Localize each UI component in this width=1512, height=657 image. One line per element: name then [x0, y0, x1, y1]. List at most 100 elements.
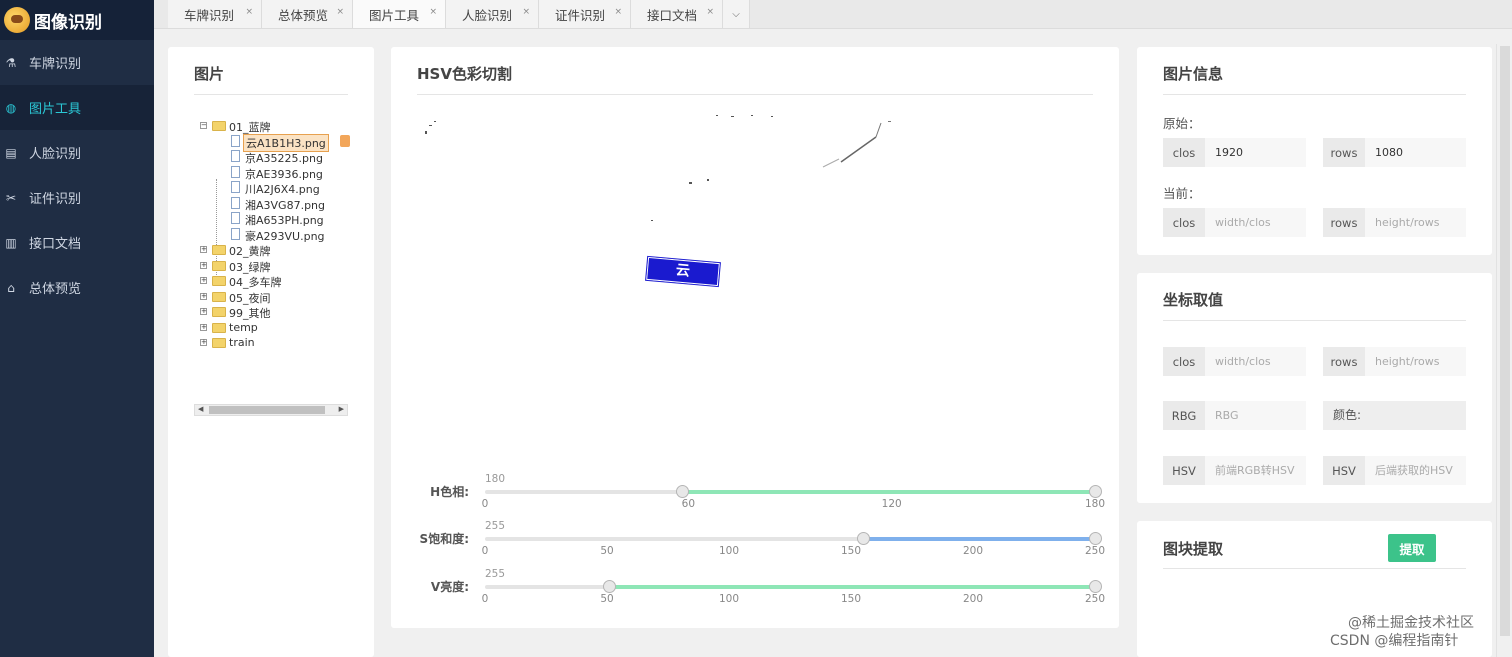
panel-title: 坐标取值 — [1163, 291, 1224, 309]
sidebar-item[interactable]: ▤ 人脸识别 — [0, 130, 154, 175]
rgb-input[interactable] — [1205, 401, 1306, 430]
hsv-back-input[interactable] — [1365, 456, 1466, 485]
slider-low-handle[interactable] — [675, 485, 689, 498]
slider-tick-label: 0 — [481, 498, 489, 510]
slider-tick-label: 180 — [1084, 498, 1106, 510]
hsv-back-field: HSV — [1323, 456, 1466, 485]
book-icon: ▥ — [5, 235, 17, 250]
expand-icon[interactable]: + — [200, 261, 207, 269]
coord-clos-input[interactable] — [1205, 347, 1306, 376]
slider-tick-label: 100 — [718, 545, 740, 557]
slider-high-handle[interactable] — [1089, 580, 1102, 593]
folder-icon — [212, 322, 226, 333]
tree-folder-row[interactable]: +04_多车牌 — [200, 273, 350, 289]
original-clos-input[interactable] — [1205, 138, 1306, 167]
divider — [1163, 568, 1466, 569]
tree-folder-row[interactable]: + temp — [200, 320, 350, 336]
slider-max-label: 180 — [485, 473, 506, 485]
tree-folder-row[interactable]: −01_蓝牌 — [200, 118, 350, 134]
slider-high-handle[interactable] — [1089, 485, 1102, 498]
expand-icon[interactable]: + — [200, 277, 207, 284]
original-rows-field: rows — [1323, 138, 1466, 167]
expand-icon[interactable]: + — [200, 292, 207, 300]
tree-folder-row[interactable]: +02_黄牌 — [200, 242, 350, 258]
coord-rows-input[interactable] — [1365, 347, 1466, 376]
close-icon[interactable]: × — [706, 7, 714, 17]
collapse-icon[interactable]: − — [200, 122, 207, 129]
rows-addon: rows — [1323, 347, 1365, 376]
tab[interactable]: 图片工具 × — [353, 0, 446, 28]
page-scrollbar[interactable] — [1496, 44, 1512, 657]
expand-icon[interactable]: + — [200, 323, 207, 331]
coord-clos-field: clos — [1163, 347, 1306, 376]
file-tree: −01_蓝牌 云A1B1H3.png 京A35225.png 京AE3936.png 川… — [200, 118, 350, 351]
expand-icon[interactable]: + — [200, 308, 207, 315]
hsv-slider-row: S饱和度: 255 0 50 100 150 200 250 — [417, 520, 1105, 566]
tab-label: 证件识别 — [555, 7, 606, 23]
original-rows-input[interactable] — [1365, 138, 1466, 167]
sidebar-item[interactable]: ◍ 图片工具 — [0, 85, 154, 130]
slider-tick-label: 200 — [962, 545, 984, 557]
close-icon[interactable]: × — [614, 7, 622, 17]
tree-file-row[interactable]: 云A1B1H3.png — [200, 133, 350, 152]
sidebar-item[interactable]: ⌂ 总体预览 — [0, 265, 154, 310]
tree-folder-row[interactable]: +03_绿牌 — [200, 258, 350, 274]
rows-addon: rows — [1323, 208, 1365, 237]
tree-folder-row[interactable]: +05_夜间 — [200, 289, 350, 305]
current-clos-input[interactable] — [1205, 208, 1306, 237]
tabs-more-button[interactable]: ⌵ — [723, 0, 750, 28]
close-icon[interactable]: × — [522, 7, 530, 17]
tab[interactable]: 接口文档 × — [631, 0, 723, 28]
scrollbar-thumb[interactable] — [1500, 46, 1510, 636]
tab-label: 车牌识别 — [184, 7, 235, 23]
sidebar-item[interactable]: ⚗ 车牌识别 — [0, 40, 154, 85]
tab-bar: 接口文档 × 证件识别 × 人脸识别 × 图片工具 × 总体预览 × 车牌识别 × ⌵ — [154, 0, 1512, 29]
expand-icon[interactable]: + — [200, 339, 207, 346]
expand-icon[interactable]: + — [200, 246, 207, 253]
tree-horizontal-scrollbar[interactable]: ◀ ▶ — [194, 404, 348, 416]
edit-icon[interactable] — [340, 134, 350, 147]
scroll-left-icon[interactable]: ◀ — [198, 405, 203, 413]
close-icon[interactable]: × — [336, 7, 344, 17]
tree-file-row[interactable]: 湘A3VG87.png — [200, 196, 350, 212]
scroll-right-icon[interactable]: ▶ — [339, 405, 344, 413]
slider-high-handle[interactable] — [1089, 532, 1102, 545]
tree-file-row[interactable]: 豪A293VU.png — [200, 227, 350, 243]
tab[interactable]: 证件识别 × — [539, 0, 631, 28]
tree-folder-row[interactable]: + train — [200, 335, 350, 351]
tree-file-row[interactable]: 湘A653PH.png — [200, 211, 350, 227]
sidebar-item[interactable]: ✂ 证件识别 — [0, 175, 154, 220]
slider-low-handle[interactable] — [857, 532, 871, 545]
hsv-result-image[interactable] — [411, 107, 1101, 447]
extract-button[interactable]: 提取 — [1388, 534, 1436, 562]
slider-low-handle[interactable] — [603, 580, 617, 593]
panel-title: 图块提取 — [1163, 540, 1224, 558]
original-clos-field: clos — [1163, 138, 1306, 167]
slider-track[interactable] — [485, 532, 1102, 545]
tree-folder-row[interactable]: +99_其他 — [200, 304, 350, 320]
panel-title: 图片信息 — [1163, 65, 1224, 83]
slider-track[interactable] — [485, 485, 1102, 498]
current-rows-input[interactable] — [1365, 208, 1466, 237]
tab[interactable]: 人脸识别 × — [446, 0, 539, 28]
tree-file-row[interactable]: 京AE3936.png — [200, 165, 350, 181]
brand: 图像识别 — [0, 0, 154, 40]
home-icon: ⌂ — [7, 280, 15, 295]
tab[interactable]: 车牌识别 × — [168, 0, 262, 28]
close-icon[interactable]: × — [245, 7, 253, 17]
scrollbar-thumb[interactable] — [209, 406, 325, 414]
slider-label: H色相: — [430, 485, 469, 499]
slider-range-fill — [681, 490, 1095, 494]
chevron-down-icon: ⌵ — [732, 8, 740, 20]
tab[interactable]: 总体预览 × — [262, 0, 353, 28]
slider-track[interactable] — [485, 580, 1102, 593]
hsv-front-input[interactable] — [1205, 456, 1306, 485]
divider — [1163, 320, 1466, 321]
slider-tick-label: 250 — [1084, 593, 1106, 605]
sidebar-item[interactable]: ▥ 接口文档 — [0, 220, 154, 265]
close-icon[interactable]: × — [429, 7, 437, 17]
tab-label: 接口文档 — [647, 7, 698, 23]
file-icon — [231, 134, 240, 147]
tree-file-row[interactable]: 京A35225.png — [200, 149, 350, 165]
tree-file-row[interactable]: 川A2J6X4.png — [200, 180, 350, 196]
